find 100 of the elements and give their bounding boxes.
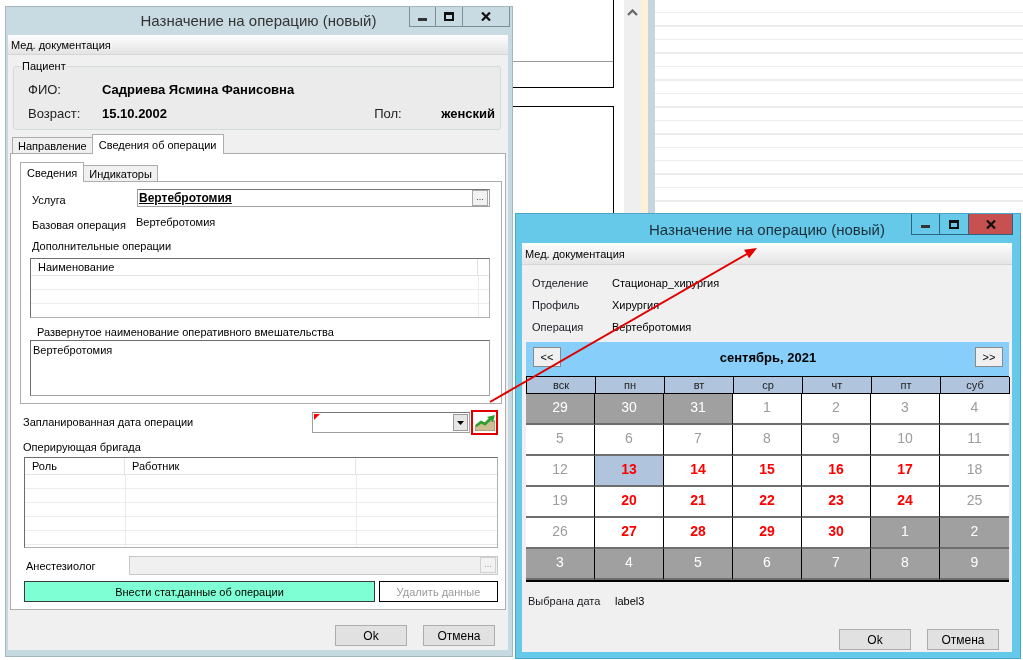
day-cell[interactable]: 9 bbox=[940, 549, 1009, 580]
day-cell[interactable]: 27 bbox=[595, 518, 664, 549]
maximize-button[interactable] bbox=[940, 214, 969, 235]
day-cell[interactable]: 2 bbox=[802, 394, 871, 425]
field-value: Вертебротомия bbox=[136, 216, 216, 229]
action-button[interactable]: Внести стат.данные об операции bbox=[24, 581, 375, 602]
day-cell[interactable]: 14 bbox=[664, 456, 733, 487]
minimize-button[interactable] bbox=[911, 214, 940, 235]
day-cell[interactable]: 8 bbox=[733, 425, 802, 456]
day-cell[interactable]: 3 bbox=[526, 549, 595, 580]
scrollbar[interactable] bbox=[624, 0, 641, 213]
day-cell[interactable]: 16 bbox=[802, 456, 871, 487]
field-value: label3 bbox=[615, 594, 645, 608]
close-button[interactable] bbox=[463, 7, 510, 27]
tab[interactable]: Сведения bbox=[20, 162, 85, 182]
weekday-header: суб bbox=[941, 377, 1010, 394]
day-cell[interactable]: 13 bbox=[595, 456, 664, 487]
next-month-button[interactable]: >> bbox=[975, 347, 1003, 367]
day-cell[interactable]: 20 bbox=[595, 487, 664, 518]
close-icon bbox=[481, 12, 491, 21]
day-cell[interactable]: 26 bbox=[526, 518, 595, 549]
day-cell[interactable]: 2 bbox=[940, 518, 1009, 549]
day-cell[interactable]: 5 bbox=[526, 425, 595, 456]
day-cell[interactable]: 29 bbox=[733, 518, 802, 549]
prev-month-button[interactable]: << bbox=[533, 347, 561, 367]
description-field[interactable]: Вертебротомия bbox=[30, 340, 490, 396]
day-cell[interactable]: 30 bbox=[595, 394, 664, 425]
day-cell[interactable]: 9 bbox=[802, 425, 871, 456]
ok-button[interactable]: Ok bbox=[839, 629, 911, 650]
menu-item[interactable]: Мед. документация bbox=[524, 247, 626, 260]
tab[interactable]: Сведения об операции bbox=[91, 134, 224, 154]
close-icon bbox=[985, 219, 996, 229]
scroll-up-icon[interactable] bbox=[627, 9, 638, 16]
day-cell[interactable]: 6 bbox=[595, 425, 664, 456]
weekday-header: пт bbox=[872, 377, 941, 394]
field-label: Базовая операция bbox=[32, 219, 126, 232]
browse-button[interactable]: ... bbox=[472, 190, 488, 206]
day-cell[interactable]: 29 bbox=[526, 394, 595, 425]
day-cell[interactable]: 3 bbox=[871, 394, 940, 425]
day-cell[interactable]: 18 bbox=[940, 456, 1009, 487]
field-label: Операция bbox=[532, 320, 584, 334]
field-label: Услуга bbox=[32, 193, 66, 207]
day-cell[interactable]: 1 bbox=[871, 518, 940, 549]
dropdown-button[interactable] bbox=[453, 414, 468, 431]
column-header[interactable]: Наименование bbox=[31, 259, 478, 275]
day-cell[interactable]: 8 bbox=[871, 549, 940, 580]
field-label: Выбрана дата bbox=[528, 594, 601, 608]
day-cell[interactable]: 7 bbox=[664, 425, 733, 456]
maximize-button[interactable] bbox=[436, 7, 463, 27]
field-value: 15.10.2002 bbox=[102, 105, 168, 121]
menu-item[interactable]: Мед. документация bbox=[10, 38, 112, 51]
day-cell[interactable]: 10 bbox=[871, 425, 940, 456]
day-cell[interactable]: 7 bbox=[802, 549, 871, 580]
weekday-header: вск bbox=[527, 377, 596, 394]
minimize-icon bbox=[418, 17, 427, 21]
field-label: Оперирующая бригада bbox=[23, 441, 141, 454]
day-cell[interactable]: 22 bbox=[733, 487, 802, 518]
day-cell[interactable]: 30 bbox=[802, 518, 871, 549]
date-combo[interactable] bbox=[312, 412, 470, 433]
day-cell[interactable]: 4 bbox=[940, 394, 1009, 425]
field-label: Запланированная дата операции bbox=[23, 416, 194, 429]
day-cell[interactable]: 28 bbox=[664, 518, 733, 549]
day-cell[interactable]: 4 bbox=[595, 549, 664, 580]
day-cell[interactable]: 17 bbox=[871, 456, 940, 487]
day-cell[interactable]: 12 bbox=[526, 456, 595, 487]
field-label: ФИО: bbox=[28, 81, 61, 97]
day-cell[interactable]: 23 bbox=[802, 487, 871, 518]
weekday-header: чт bbox=[803, 377, 872, 394]
caret-icon bbox=[457, 420, 464, 425]
day-cell[interactable]: 25 bbox=[940, 487, 1009, 518]
day-cell[interactable]: 21 bbox=[664, 487, 733, 518]
field-label: Возраст: bbox=[28, 105, 81, 121]
maximize-icon bbox=[444, 12, 454, 21]
weekday-header: вт bbox=[665, 377, 734, 394]
cancel-button[interactable]: Отмена bbox=[423, 625, 495, 646]
field-label: Анестезиолог bbox=[26, 559, 96, 573]
weekday-header: ср bbox=[734, 377, 803, 394]
day-cell[interactable]: 1 bbox=[733, 394, 802, 425]
day-cell[interactable]: 31 bbox=[664, 394, 733, 425]
day-cell[interactable]: 6 bbox=[733, 549, 802, 580]
service-field[interactable]: Вертебротомия ... bbox=[137, 189, 490, 207]
weekday-header: пн bbox=[596, 377, 665, 394]
column-header[interactable]: Работник bbox=[125, 458, 356, 474]
day-cell[interactable]: 19 bbox=[526, 487, 595, 518]
field-value: Вертебротомия bbox=[139, 191, 232, 205]
day-cell[interactable]: 5 bbox=[664, 549, 733, 580]
field-label: Дополнительные операции bbox=[32, 240, 172, 253]
day-cell[interactable]: 15 bbox=[733, 456, 802, 487]
window-title: Назначение на операцию (новый) bbox=[649, 221, 885, 238]
tab[interactable]: Индикаторы bbox=[83, 165, 158, 182]
patient-name: Садриева Ясмина Фанисовна bbox=[102, 81, 295, 97]
column-header[interactable]: Роль bbox=[25, 458, 125, 474]
day-cell[interactable]: 11 bbox=[940, 425, 1009, 456]
cancel-button[interactable]: Отмена bbox=[927, 629, 999, 650]
minimize-button[interactable] bbox=[409, 7, 436, 27]
field-label: Профиль bbox=[532, 298, 580, 312]
ok-button[interactable]: Ok bbox=[335, 625, 407, 646]
tab[interactable]: Направление bbox=[12, 137, 93, 154]
minimize-icon bbox=[921, 225, 930, 228]
day-cell[interactable]: 24 bbox=[871, 487, 940, 518]
